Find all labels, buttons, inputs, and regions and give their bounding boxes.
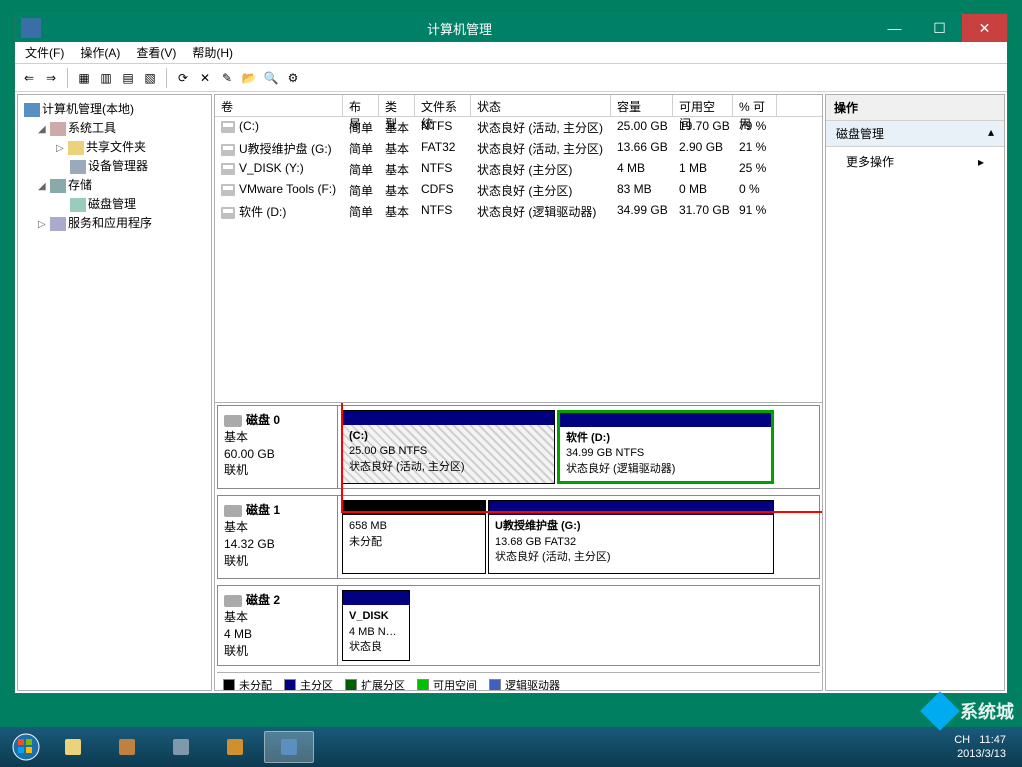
menu-file[interactable]: 文件(F) bbox=[19, 42, 70, 63]
menu-view[interactable]: 查看(V) bbox=[130, 42, 182, 63]
tree-device-manager[interactable]: 设备管理器 bbox=[20, 156, 209, 175]
tree-services[interactable]: ▷服务和应用程序 bbox=[20, 213, 209, 232]
window-title: 计算机管理 bbox=[47, 19, 872, 38]
actions-section[interactable]: 磁盘管理▴ bbox=[826, 121, 1004, 147]
find-icon[interactable]: 🔍 bbox=[261, 68, 281, 88]
menu-action[interactable]: 操作(A) bbox=[74, 42, 126, 63]
back-icon[interactable]: ⇐ bbox=[19, 68, 39, 88]
table-row[interactable]: VMware Tools (F:) 简单 基本 CDFS 状态良好 (主分区) … bbox=[215, 180, 822, 201]
col-fs[interactable]: 文件系统 bbox=[415, 95, 471, 116]
main-window: 计算机管理 — ☐ ✕ 文件(F) 操作(A) 查看(V) 帮助(H) ⇐ ⇒ … bbox=[14, 13, 1008, 694]
col-status[interactable]: 状态 bbox=[471, 95, 611, 116]
partition[interactable]: (C:) 25.00 GB NTFS 状态良好 (活动, 主分区) bbox=[342, 410, 555, 484]
app-icon bbox=[21, 18, 41, 38]
view4-icon[interactable]: ▧ bbox=[140, 68, 160, 88]
tree-storage[interactable]: ◢存储 bbox=[20, 175, 209, 194]
tree-root[interactable]: 计算机管理(本地) bbox=[20, 99, 209, 118]
view3-icon[interactable]: ▤ bbox=[118, 68, 138, 88]
refresh-icon[interactable]: ⟳ bbox=[173, 68, 193, 88]
tray-date: 2013/3/13 bbox=[957, 748, 1006, 760]
col-type[interactable]: 类型 bbox=[379, 95, 415, 116]
delete-icon[interactable]: ✕ bbox=[195, 68, 215, 88]
navigation-tree[interactable]: 计算机管理(本地) ◢系统工具 ▷共享文件夹 设备管理器 ◢存储 磁盘管理 ▷服… bbox=[17, 94, 212, 691]
system-tray[interactable]: CH 11:47 2013/3/13 bbox=[944, 733, 1016, 762]
menu-help[interactable]: 帮助(H) bbox=[186, 42, 239, 63]
legend-logical: 逻辑驱动器 bbox=[505, 677, 560, 690]
actions-more[interactable]: 更多操作▸ bbox=[826, 147, 1004, 176]
table-header[interactable]: 卷 布局 类型 文件系统 状态 容量 可用空间 % 可用 bbox=[215, 95, 822, 117]
disk-info: 磁盘 0 基本60.00 GB联机 bbox=[218, 406, 338, 488]
table-row[interactable]: (C:) 简单 基本 NTFS 状态良好 (活动, 主分区) 25.00 GB … bbox=[215, 117, 822, 138]
col-cap[interactable]: 容量 bbox=[611, 95, 673, 116]
disk-info: 磁盘 2 基本4 MB联机 bbox=[218, 586, 338, 665]
tray-time: 11:47 bbox=[979, 734, 1006, 746]
titlebar[interactable]: 计算机管理 — ☐ ✕ bbox=[15, 14, 1007, 42]
col-layout[interactable]: 布局 bbox=[343, 95, 379, 116]
tray-lang[interactable]: CH bbox=[954, 734, 970, 746]
view1-icon[interactable]: ▦ bbox=[74, 68, 94, 88]
table-row[interactable]: V_DISK (Y:) 简单 基本 NTFS 状态良好 (主分区) 4 MB 1… bbox=[215, 159, 822, 180]
minimize-button[interactable]: — bbox=[872, 14, 917, 42]
task-computer-management-icon[interactable] bbox=[264, 731, 314, 763]
disk-block[interactable]: 磁盘 1 基本14.32 GB联机 658 MB 未分配 U教授维护盘 (G:)… bbox=[217, 495, 820, 579]
partition[interactable]: V_DISK 4 MB N… 状态良 bbox=[342, 590, 410, 661]
tree-system-tools[interactable]: ◢系统工具 bbox=[20, 118, 209, 137]
disk-info: 磁盘 1 基本14.32 GB联机 bbox=[218, 496, 338, 578]
taskbar[interactable]: CH 11:47 2013/3/13 bbox=[0, 727, 1022, 767]
col-volume[interactable]: 卷 bbox=[215, 95, 343, 116]
disk-graphical-view[interactable]: 磁盘 0 基本60.00 GB联机 (C:) 25.00 GB NTFS 状态良… bbox=[215, 403, 822, 690]
center-panel: 卷 布局 类型 文件系统 状态 容量 可用空间 % 可用 (C:) 简单 基本 … bbox=[214, 94, 823, 691]
close-button[interactable]: ✕ bbox=[962, 14, 1007, 42]
properties-icon[interactable]: ✎ bbox=[217, 68, 237, 88]
col-pct[interactable]: % 可用 bbox=[733, 95, 777, 116]
disk-block[interactable]: 磁盘 0 基本60.00 GB联机 (C:) 25.00 GB NTFS 状态良… bbox=[217, 405, 820, 489]
table-row[interactable]: 软件 (D:) 简单 基本 NTFS 状态良好 (逻辑驱动器) 34.99 GB… bbox=[215, 201, 822, 222]
watermark-logo-icon bbox=[920, 691, 960, 731]
col-free[interactable]: 可用空间 bbox=[673, 95, 733, 116]
partition[interactable]: 658 MB 未分配 bbox=[342, 500, 486, 574]
table-row[interactable]: U教授维护盘 (G:) 简单 基本 FAT32 状态良好 (活动, 主分区) 1… bbox=[215, 138, 822, 159]
maximize-button[interactable]: ☐ bbox=[917, 14, 962, 42]
open-icon[interactable]: 📂 bbox=[239, 68, 259, 88]
legend: 未分配 主分区 扩展分区 可用空间 逻辑驱动器 bbox=[217, 672, 820, 690]
legend-primary: 主分区 bbox=[300, 677, 333, 690]
legend-free: 可用空间 bbox=[433, 677, 477, 690]
view2-icon[interactable]: ▥ bbox=[96, 68, 116, 88]
actions-header: 操作 bbox=[826, 95, 1004, 121]
tree-shared-folders[interactable]: ▷共享文件夹 bbox=[20, 137, 209, 156]
task-app3-icon[interactable] bbox=[210, 731, 260, 763]
actions-panel: 操作 磁盘管理▴ 更多操作▸ bbox=[825, 94, 1005, 691]
legend-extended: 扩展分区 bbox=[361, 677, 405, 690]
tree-disk-management[interactable]: 磁盘管理 bbox=[20, 194, 209, 213]
task-explorer-icon[interactable] bbox=[48, 731, 98, 763]
partition[interactable]: 软件 (D:) 34.99 GB NTFS 状态良好 (逻辑驱动器) bbox=[557, 410, 774, 484]
task-app1-icon[interactable] bbox=[102, 731, 152, 763]
start-button[interactable] bbox=[6, 731, 46, 763]
settings-icon[interactable]: ⚙ bbox=[283, 68, 303, 88]
watermark: 系统城 bbox=[926, 697, 1014, 725]
menubar: 文件(F) 操作(A) 查看(V) 帮助(H) bbox=[15, 42, 1007, 64]
volume-table[interactable]: 卷 布局 类型 文件系统 状态 容量 可用空间 % 可用 (C:) 简单 基本 … bbox=[215, 95, 822, 403]
forward-icon[interactable]: ⇒ bbox=[41, 68, 61, 88]
partition[interactable]: U教授维护盘 (G:) 13.68 GB FAT32 状态良好 (活动, 主分区… bbox=[488, 500, 774, 574]
disk-block[interactable]: 磁盘 2 基本4 MB联机 V_DISK 4 MB N… 状态良 bbox=[217, 585, 820, 666]
legend-unalloc: 未分配 bbox=[239, 677, 272, 690]
task-app2-icon[interactable] bbox=[156, 731, 206, 763]
toolbar: ⇐ ⇒ ▦ ▥ ▤ ▧ ⟳ ✕ ✎ 📂 🔍 ⚙ bbox=[15, 64, 1007, 92]
